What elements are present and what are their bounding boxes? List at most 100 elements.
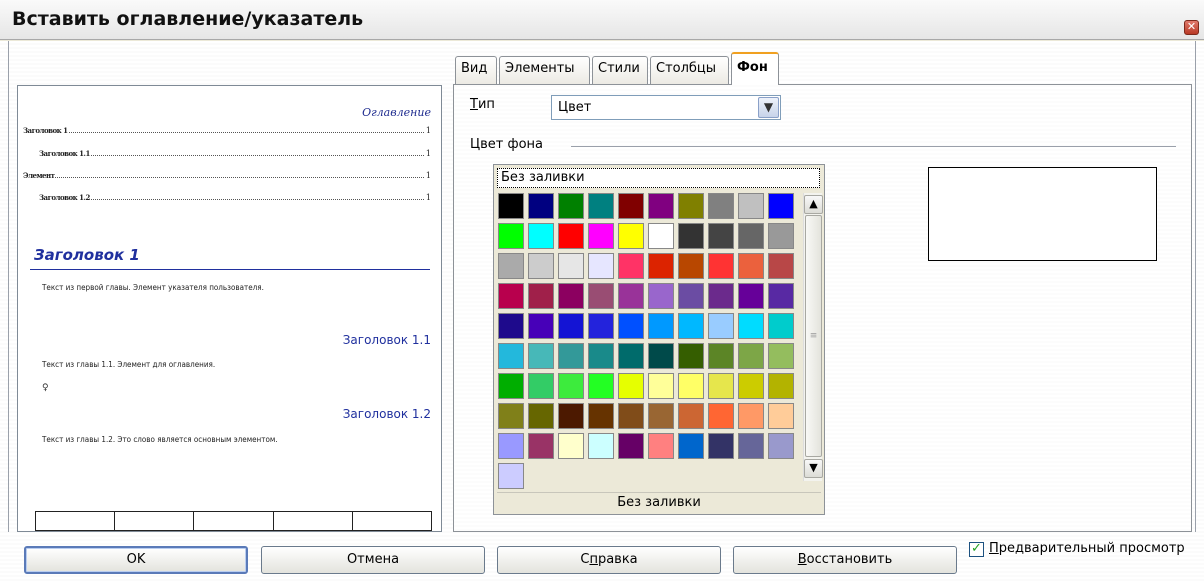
color-swatch[interactable] — [528, 433, 554, 459]
color-swatch[interactable] — [588, 313, 614, 339]
reset-button[interactable]: Восстановить — [733, 546, 957, 574]
color-swatch[interactable] — [618, 253, 644, 279]
type-select[interactable]: Цвет ▼ — [551, 95, 781, 120]
color-swatch[interactable] — [738, 403, 764, 429]
color-swatch[interactable] — [708, 313, 734, 339]
color-swatch[interactable] — [498, 433, 524, 459]
close-icon[interactable]: ✕ — [1184, 20, 1199, 35]
color-swatch[interactable] — [768, 283, 794, 309]
color-swatch[interactable] — [648, 343, 674, 369]
color-swatch[interactable] — [558, 433, 584, 459]
color-swatch[interactable] — [528, 373, 554, 399]
cancel-button[interactable]: Отмена — [261, 546, 485, 574]
color-swatch[interactable] — [498, 463, 524, 489]
color-swatch[interactable] — [648, 373, 674, 399]
color-swatch[interactable] — [678, 193, 704, 219]
color-swatch[interactable] — [678, 313, 704, 339]
color-swatch[interactable] — [558, 283, 584, 309]
color-swatch[interactable] — [618, 283, 644, 309]
color-swatch[interactable] — [678, 283, 704, 309]
color-swatch[interactable] — [768, 193, 794, 219]
color-swatch[interactable] — [498, 223, 524, 249]
color-swatch[interactable] — [738, 283, 764, 309]
color-swatch[interactable] — [708, 433, 734, 459]
chevron-down-icon[interactable]: ▼ — [758, 97, 779, 118]
tab-columns[interactable]: Столбцы — [650, 56, 729, 84]
color-swatch[interactable] — [738, 253, 764, 279]
tab-view[interactable]: Вид — [455, 56, 497, 84]
color-swatch[interactable] — [708, 193, 734, 219]
color-swatch[interactable] — [588, 253, 614, 279]
color-swatch[interactable] — [648, 313, 674, 339]
color-swatch[interactable] — [648, 223, 674, 249]
color-swatch[interactable] — [768, 343, 794, 369]
color-swatch[interactable] — [588, 283, 614, 309]
color-swatch[interactable] — [618, 373, 644, 399]
preview-checkbox-label[interactable]: Предварительный просмотр — [989, 541, 1185, 556]
color-swatch[interactable] — [648, 433, 674, 459]
color-swatch[interactable] — [708, 223, 734, 249]
color-swatch[interactable] — [588, 343, 614, 369]
color-swatch[interactable] — [528, 193, 554, 219]
tab-background[interactable]: Фон — [731, 52, 779, 85]
color-swatch[interactable] — [738, 223, 764, 249]
ok-button[interactable]: OK — [24, 546, 248, 574]
color-swatch[interactable] — [498, 343, 524, 369]
color-swatch[interactable] — [558, 313, 584, 339]
no-fill-option[interactable]: Без заливки — [497, 168, 820, 188]
color-swatch[interactable] — [768, 433, 794, 459]
scroll-up-icon[interactable]: ▲ — [804, 195, 823, 214]
color-swatch[interactable] — [768, 373, 794, 399]
color-swatch[interactable] — [558, 253, 584, 279]
color-swatch[interactable] — [678, 343, 704, 369]
color-swatch[interactable] — [708, 373, 734, 399]
scrollbar-thumb[interactable]: ≡ — [805, 215, 822, 457]
color-swatch[interactable] — [768, 223, 794, 249]
tab-entries[interactable]: Элементы — [499, 56, 590, 84]
color-swatch[interactable] — [738, 343, 764, 369]
color-swatch[interactable] — [678, 373, 704, 399]
color-swatch[interactable] — [528, 253, 554, 279]
color-swatch[interactable] — [588, 433, 614, 459]
color-swatch[interactable] — [498, 253, 524, 279]
color-swatch[interactable] — [588, 223, 614, 249]
color-swatch[interactable] — [648, 403, 674, 429]
color-swatch[interactable] — [588, 403, 614, 429]
palette-scrollbar[interactable]: ▲ ≡ ▼ — [803, 193, 823, 481]
color-swatch[interactable] — [558, 373, 584, 399]
color-swatch[interactable] — [708, 403, 734, 429]
color-swatch[interactable] — [528, 283, 554, 309]
color-swatch[interactable] — [498, 373, 524, 399]
tab-styles[interactable]: Стили — [592, 56, 648, 84]
color-swatch[interactable] — [558, 403, 584, 429]
color-swatch[interactable] — [588, 373, 614, 399]
color-swatch[interactable] — [618, 343, 644, 369]
color-swatch[interactable] — [528, 403, 554, 429]
color-swatch[interactable] — [558, 343, 584, 369]
help-button[interactable]: Справка — [497, 546, 721, 574]
color-swatch[interactable] — [528, 343, 554, 369]
color-swatch[interactable] — [558, 193, 584, 219]
color-swatch[interactable] — [738, 313, 764, 339]
color-swatch[interactable] — [708, 343, 734, 369]
color-swatch[interactable] — [708, 283, 734, 309]
color-swatch[interactable] — [618, 433, 644, 459]
color-swatch[interactable] — [708, 253, 734, 279]
color-swatch[interactable] — [678, 253, 704, 279]
color-swatch[interactable] — [528, 223, 554, 249]
color-swatch[interactable] — [498, 193, 524, 219]
color-swatch[interactable] — [768, 403, 794, 429]
color-swatch[interactable] — [738, 193, 764, 219]
color-swatch[interactable] — [498, 313, 524, 339]
scroll-down-icon[interactable]: ▼ — [804, 459, 823, 478]
color-swatch[interactable] — [678, 403, 704, 429]
color-swatch[interactable] — [648, 253, 674, 279]
color-swatch[interactable] — [618, 193, 644, 219]
color-swatch[interactable] — [528, 313, 554, 339]
color-swatch[interactable] — [678, 223, 704, 249]
color-swatch[interactable] — [618, 313, 644, 339]
color-swatch[interactable] — [618, 223, 644, 249]
color-swatch[interactable] — [678, 433, 704, 459]
color-swatch[interactable] — [738, 373, 764, 399]
color-swatch[interactable] — [498, 283, 524, 309]
